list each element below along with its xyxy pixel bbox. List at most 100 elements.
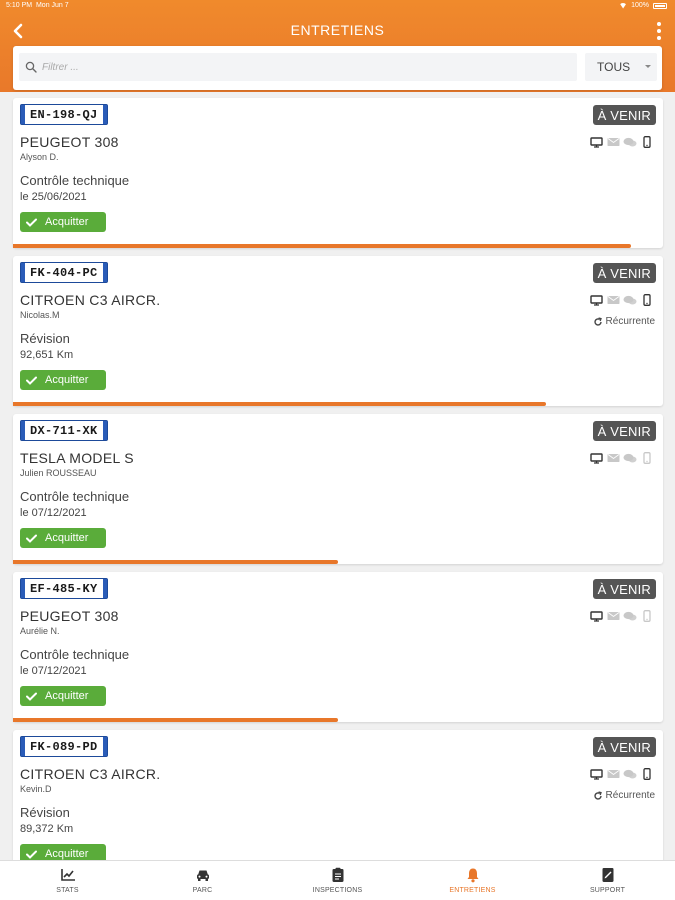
plate-number: DX-711-XK bbox=[30, 423, 98, 438]
search-field[interactable] bbox=[19, 53, 577, 81]
maintenance-card[interactable]: FK-404-PC À VENIR CITROEN C3 AIRCR. Nico… bbox=[13, 256, 663, 406]
maintenance-card[interactable]: DX-711-XK À VENIR TESLA MODEL S Julien R… bbox=[13, 414, 663, 564]
bottom-tab-bar: STATS PARC INSPECTIONS ENTRETIENS SUPPORT bbox=[0, 860, 675, 900]
phone-icon bbox=[640, 610, 654, 622]
wifi-icon bbox=[619, 2, 628, 9]
vehicle-model: TESLA MODEL S bbox=[20, 450, 134, 466]
chat-icon bbox=[623, 136, 637, 148]
chat-icon bbox=[623, 768, 637, 780]
acknowledge-button[interactable]: Acquitter bbox=[20, 212, 106, 232]
tab-label: INSPECTIONS bbox=[312, 887, 363, 894]
check-icon bbox=[20, 376, 42, 385]
screen-icon bbox=[589, 452, 603, 464]
tab-parc[interactable]: PARC bbox=[135, 861, 270, 900]
refresh-icon bbox=[593, 790, 602, 800]
check-icon bbox=[20, 692, 42, 701]
plate-region-band bbox=[102, 737, 107, 756]
acknowledge-button[interactable]: Acquitter bbox=[20, 686, 106, 706]
phone-icon bbox=[640, 452, 654, 464]
filter-selected-value: TOUS bbox=[597, 60, 631, 74]
screen-icon bbox=[589, 136, 603, 148]
notification-channels bbox=[589, 610, 654, 622]
status-badge: À VENIR bbox=[592, 737, 656, 757]
caret-down-icon bbox=[645, 65, 651, 68]
search-input[interactable] bbox=[42, 61, 542, 73]
dot bbox=[657, 22, 661, 26]
tab-inspections[interactable]: INSPECTIONS bbox=[270, 861, 405, 900]
maintenance-type: Révision bbox=[20, 331, 70, 346]
clipboard-icon bbox=[330, 867, 346, 883]
status-date: Mon Jun 7 bbox=[35, 2, 69, 9]
acknowledge-label: Acquitter bbox=[45, 374, 89, 386]
vehicle-model: CITROEN C3 AIRCR. bbox=[20, 766, 161, 782]
recurrent-indicator: Récurrente bbox=[593, 316, 655, 327]
acknowledge-button[interactable]: Acquitter bbox=[20, 844, 106, 860]
driver-name: Kevin.D bbox=[20, 784, 52, 794]
license-plate: DX-711-XK bbox=[20, 420, 108, 441]
notification-channels bbox=[589, 768, 654, 780]
acknowledge-label: Acquitter bbox=[45, 848, 89, 860]
maintenance-card[interactable]: EN-198-QJ À VENIR PEUGEOT 308 Alyson D. … bbox=[13, 98, 663, 248]
refresh-icon bbox=[593, 316, 602, 326]
tab-support[interactable]: SUPPORT bbox=[540, 861, 675, 900]
screen-icon bbox=[589, 768, 603, 780]
tab-entretiens[interactable]: ENTRETIENS bbox=[405, 861, 540, 900]
maintenance-due: le 07/12/2021 bbox=[20, 665, 87, 677]
tab-stats[interactable]: STATS bbox=[0, 861, 135, 900]
tab-label: SUPPORT bbox=[589, 887, 626, 894]
filter-dropdown[interactable]: TOUS bbox=[585, 53, 657, 81]
tab-label: ENTRETIENS bbox=[449, 887, 496, 894]
acknowledge-button[interactable]: Acquitter bbox=[20, 528, 106, 548]
due-progress-bar bbox=[13, 718, 338, 722]
plate-number: FK-089-PD bbox=[30, 739, 98, 754]
notification-channels bbox=[589, 136, 654, 148]
vehicle-model: CITROEN C3 AIRCR. bbox=[20, 292, 161, 308]
plate-region-band bbox=[102, 421, 107, 440]
check-icon bbox=[20, 218, 42, 227]
notification-channels bbox=[589, 452, 654, 464]
maintenance-due: le 07/12/2021 bbox=[20, 507, 87, 519]
recurrent-label: Récurrente bbox=[605, 790, 655, 801]
due-progress-bar bbox=[13, 402, 546, 406]
plate-number: FK-404-PC bbox=[30, 265, 98, 280]
driver-name: Aurélie N. bbox=[20, 626, 60, 636]
bell-icon bbox=[465, 867, 481, 883]
acknowledge-label: Acquitter bbox=[45, 690, 89, 702]
license-plate: EN-198-QJ bbox=[20, 104, 108, 125]
chat-icon bbox=[623, 294, 637, 306]
maintenance-list[interactable]: EN-198-QJ À VENIR PEUGEOT 308 Alyson D. … bbox=[0, 92, 675, 860]
page-title: ENTRETIENS bbox=[290, 22, 385, 38]
maintenance-type: Contrôle technique bbox=[20, 647, 130, 662]
status-badge: À VENIR bbox=[592, 421, 656, 441]
acknowledge-label: Acquitter bbox=[45, 532, 89, 544]
maintenance-card[interactable]: EF-485-KY À VENIR PEUGEOT 308 Aurélie N.… bbox=[13, 572, 663, 722]
battery-icon bbox=[653, 2, 667, 9]
chart-icon bbox=[60, 867, 76, 883]
status-badge: À VENIR bbox=[592, 263, 656, 283]
tab-label: STATS bbox=[56, 887, 79, 894]
plate-number: EN-198-QJ bbox=[30, 107, 98, 122]
car-icon bbox=[195, 867, 211, 883]
mail-icon bbox=[606, 610, 620, 622]
mail-icon bbox=[606, 136, 620, 148]
acknowledge-label: Acquitter bbox=[45, 216, 89, 228]
acknowledge-button[interactable]: Acquitter bbox=[20, 370, 106, 390]
plate-region-band bbox=[102, 579, 107, 598]
recurrent-label: Récurrente bbox=[605, 316, 655, 327]
driver-name: Julien ROUSSEAU bbox=[20, 468, 97, 478]
maintenance-type: Révision bbox=[20, 805, 70, 820]
search-icon bbox=[24, 60, 38, 74]
maintenance-due: le 25/06/2021 bbox=[20, 191, 87, 203]
more-menu-button[interactable] bbox=[653, 20, 665, 42]
status-bar: 5:10 PM Mon Jun 7 100% bbox=[0, 2, 675, 12]
driver-name: Nicolas.M bbox=[20, 310, 60, 320]
support-icon bbox=[600, 867, 616, 883]
battery-percent: 100% bbox=[631, 2, 649, 9]
maintenance-due: 89,372 Km bbox=[20, 823, 74, 835]
maintenance-card[interactable]: FK-089-PD À VENIR CITROEN C3 AIRCR. Kevi… bbox=[13, 730, 663, 860]
status-indicators: 100% bbox=[619, 2, 667, 9]
tab-label: PARC bbox=[192, 887, 213, 894]
phone-icon bbox=[640, 136, 654, 148]
mail-icon bbox=[606, 294, 620, 306]
search-bar: TOUS bbox=[13, 46, 662, 90]
